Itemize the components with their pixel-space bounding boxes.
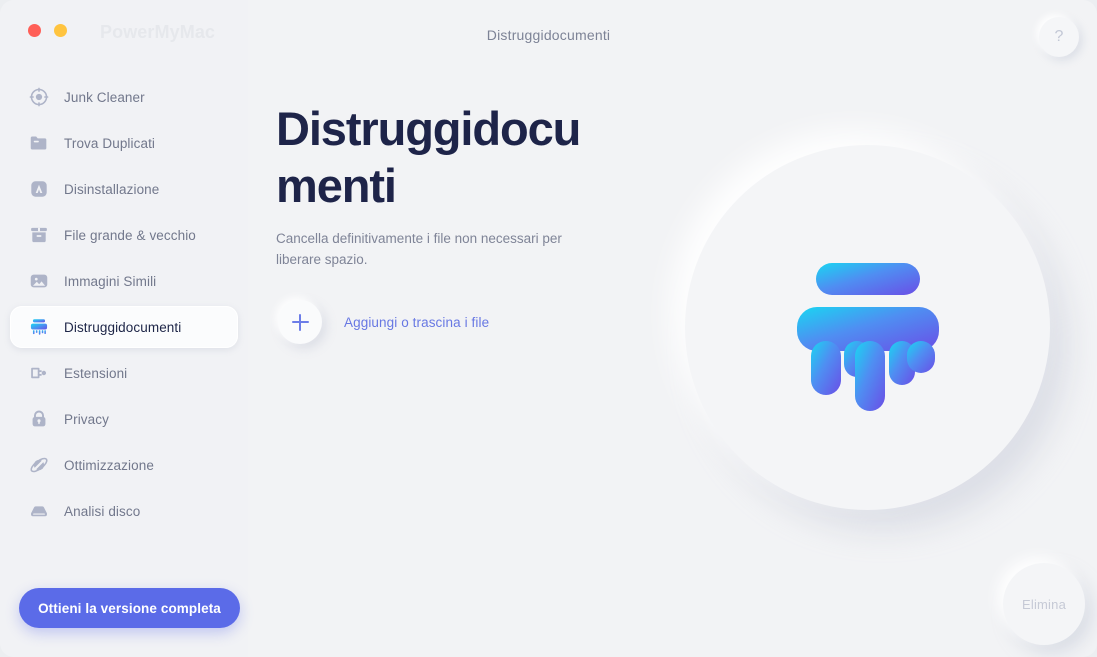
close-button[interactable] bbox=[28, 24, 41, 37]
image-icon bbox=[28, 270, 50, 292]
app-window: PowerMyMac Junk Cleaner Trova Duplicati … bbox=[0, 0, 1097, 657]
sidebar-item-label: File grande & vecchio bbox=[64, 227, 196, 243]
box-icon bbox=[28, 224, 50, 246]
sidebar-item-privacy[interactable]: Privacy bbox=[10, 398, 238, 440]
get-full-version-button[interactable]: Ottieni la versione completa bbox=[19, 588, 240, 628]
window-controls bbox=[28, 24, 67, 37]
lock-icon bbox=[28, 408, 50, 430]
optimization-icon bbox=[28, 454, 50, 476]
plus-icon bbox=[291, 313, 309, 331]
shredder-illustration bbox=[797, 263, 939, 411]
extension-plug-icon bbox=[28, 362, 50, 384]
folder-icon bbox=[28, 132, 50, 154]
shredder-icon bbox=[28, 316, 50, 338]
main-heading: Distruggidocumenti bbox=[276, 102, 581, 212]
sidebar-item-disinstallazione[interactable]: Disinstallazione bbox=[10, 168, 238, 210]
sidebar-item-label: Analisi disco bbox=[64, 503, 141, 519]
main-subtitle: Cancella definitivamente i file non nece… bbox=[276, 231, 562, 267]
sidebar-item-estensioni[interactable]: Estensioni bbox=[10, 352, 238, 394]
main-content: Distruggidocumenti Cancella definitivame… bbox=[248, 0, 1097, 657]
sidebar-item-label: Ottimizzazione bbox=[64, 457, 154, 473]
sidebar-item-trova-duplicati[interactable]: Trova Duplicati bbox=[10, 122, 238, 164]
sidebar-item-label: Trova Duplicati bbox=[64, 135, 156, 151]
app-brand-title: PowerMyMac bbox=[100, 22, 216, 42]
sidebar-item-label: Estensioni bbox=[64, 365, 128, 381]
app-uninstall-icon bbox=[28, 178, 50, 200]
sidebar-item-junk-cleaner[interactable]: Junk Cleaner bbox=[10, 76, 238, 118]
sidebar-item-file-grande-vecchio[interactable]: File grande & vecchio bbox=[10, 214, 238, 256]
sidebar-item-immagini-simili[interactable]: Immagini Simili bbox=[10, 260, 238, 302]
sidebar-item-label: Distruggidocumenti bbox=[64, 319, 182, 335]
sidebar-item-label: Junk Cleaner bbox=[64, 89, 145, 105]
add-files-label[interactable]: Aggiungi o trascina i file bbox=[344, 315, 489, 330]
add-files-button[interactable] bbox=[278, 300, 322, 344]
junk-cleaner-icon bbox=[28, 86, 50, 108]
sidebar-item-ottimizzazione[interactable]: Ottimizzazione bbox=[10, 444, 238, 486]
sidebar-item-label: Privacy bbox=[64, 411, 109, 427]
disk-icon bbox=[28, 500, 50, 522]
sidebar-item-analisi-disco[interactable]: Analisi disco bbox=[10, 490, 238, 532]
sidebar-item-distruggidocumenti[interactable]: Distruggidocumenti bbox=[10, 306, 238, 348]
delete-button[interactable]: Elimina bbox=[1003, 563, 1085, 645]
add-files-row: Aggiungi o trascina i file bbox=[278, 300, 489, 344]
sidebar-item-label: Disinstallazione bbox=[64, 181, 160, 197]
minimize-button[interactable] bbox=[54, 24, 67, 37]
sidebar: PowerMyMac Junk Cleaner Trova Duplicati … bbox=[0, 0, 248, 657]
sidebar-nav: Junk Cleaner Trova Duplicati Disinstalla… bbox=[0, 72, 248, 536]
sidebar-item-label: Immagini Simili bbox=[64, 273, 157, 289]
